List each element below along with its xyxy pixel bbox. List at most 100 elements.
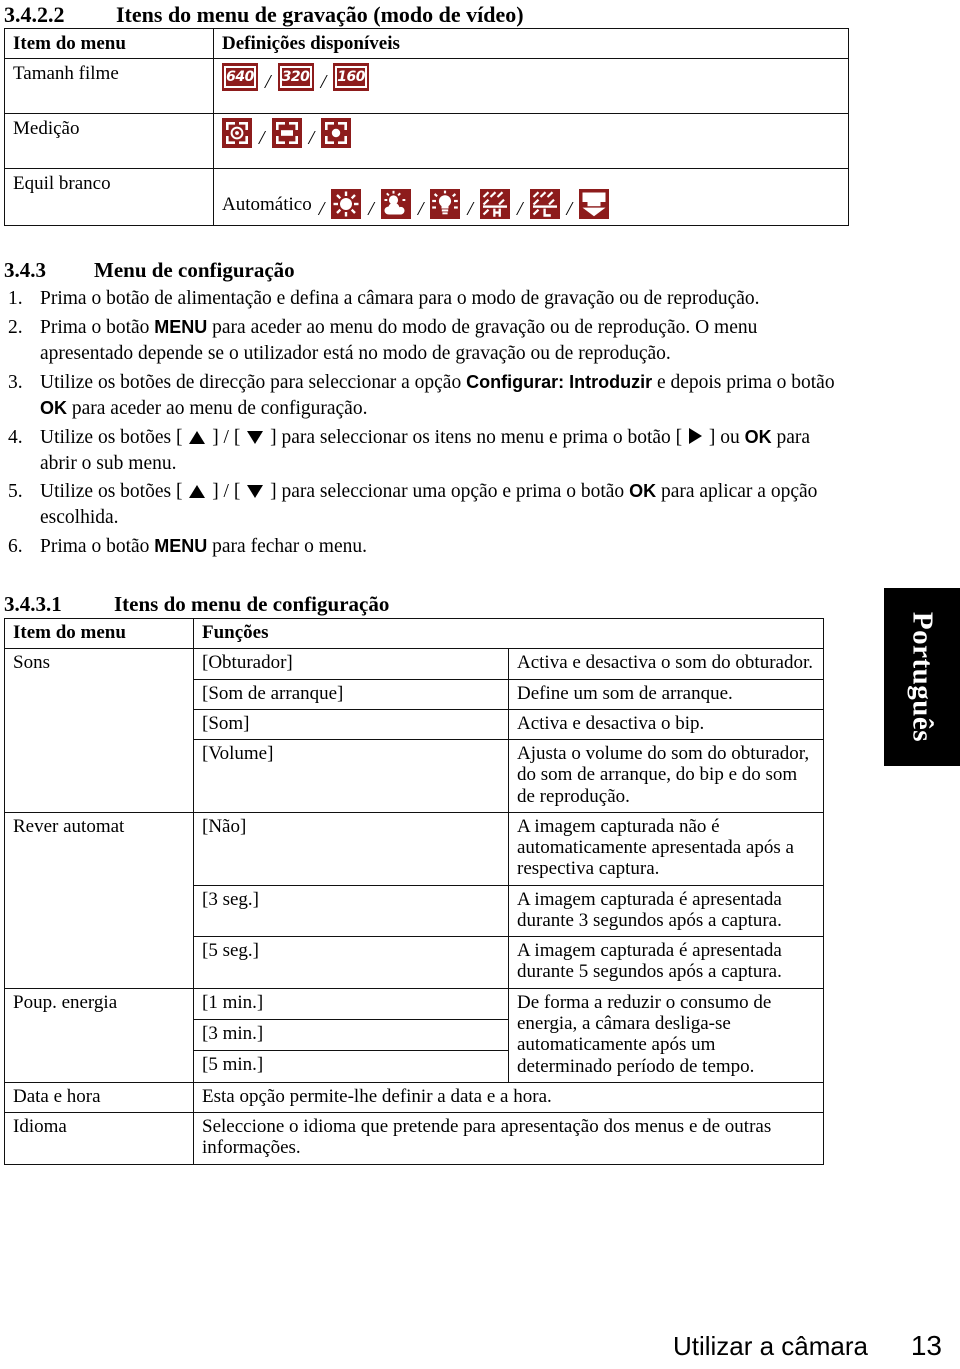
menu-item-label: Tamanh filme	[4, 58, 214, 115]
arrow-down-icon	[247, 430, 264, 444]
table-row: Medição / /	[4, 113, 849, 170]
recording-menu-table: Item do menu Definições disponíveis Tama…	[4, 27, 849, 227]
menu-item-label: Rever automat	[4, 811, 194, 989]
menu-option-label: [5 seg.]	[193, 936, 509, 989]
heading-3-4-3-1: 3.4.3.1 Itens do menu de configuração	[4, 592, 389, 617]
resolution-160-icon[interactable]: 160	[333, 63, 370, 92]
document-page: 3.4.2.2 Itens do menu de gravação (modo …	[0, 0, 960, 1369]
arrow-up-icon	[189, 485, 206, 499]
column-header-item: Item do menu	[4, 27, 214, 60]
metering-multi-icon[interactable]	[222, 118, 252, 149]
wb-tungsten-icon[interactable]	[430, 189, 461, 220]
menu-option-label: [Obturador]	[193, 648, 509, 680]
menu-item-label: Medição	[4, 113, 214, 170]
heading-title: Itens do menu de gravação (modo de vídeo…	[116, 2, 524, 27]
step-emphasis: MENU	[154, 316, 208, 337]
arrow-down-icon	[247, 485, 264, 499]
setup-steps-list: 1. Prima o botão de alimentação e defina …	[8, 286, 844, 563]
menu-option-description: A imagem capturada é apresentada durante…	[508, 936, 824, 989]
option-separator: /	[368, 198, 374, 221]
menu-item-label: Equil branco	[4, 168, 214, 227]
resolution-option-list: 640 / 320 / 160	[222, 63, 840, 94]
menu-option-description: Activa e desactiva o bip.	[508, 708, 824, 741]
page-footer: Utilizar a câmara 13	[0, 1326, 960, 1366]
setup-step: 1. Prima o botão de alimentação e defina …	[8, 286, 844, 312]
wb-fluorescent-l-icon[interactable]	[529, 189, 560, 220]
language-side-tab: Português	[884, 588, 960, 766]
heading-number: 3.4.3.1	[4, 592, 62, 616]
resolution-640-icon[interactable]: 640	[222, 63, 258, 92]
setup-step: 4. Utilize os botões [ ] / [ ] para selec…	[8, 426, 811, 474]
table-row: Data e hora Esta opção permite-lhe defin…	[4, 1081, 824, 1114]
menu-option-label: [1 min.]	[193, 987, 509, 1021]
language-side-tab-label: Português	[906, 611, 939, 743]
settings-cell-white-balance: Automático / / / / / /	[213, 168, 849, 227]
resolution-320-label: 320	[279, 66, 312, 89]
settings-cell-movie-size: 640 / 320 / 160	[213, 58, 849, 115]
step-emphasis: OK	[629, 481, 657, 502]
step-number: 5.	[8, 481, 23, 503]
footer-chapter-title: Utilizar a câmara	[672, 1330, 868, 1361]
menu-option-label: [3 seg.]	[193, 884, 509, 938]
heading-3-4-3: 3.4.3 Menu de configuração	[4, 258, 295, 283]
menu-option-label: [Volume]	[193, 739, 509, 813]
step-number: 2.	[8, 316, 23, 338]
heading-3-4-2-2: 3.4.2.2 Itens do menu de gravação (modo …	[4, 2, 524, 28]
setup-step: 5. Utilize os botões [ ] / [ ] para selec…	[8, 481, 818, 529]
step-emphasis: MENU	[154, 536, 208, 557]
settings-cell-metering: / /	[213, 113, 849, 170]
menu-item-label: Sons	[4, 648, 194, 813]
table-header-row: Item do menu Funções	[4, 617, 824, 650]
heading-number: 3.4.3	[4, 258, 46, 282]
resolution-160-label: 160	[335, 66, 368, 89]
menu-option-label: [5 min.]	[193, 1050, 509, 1083]
table-row: Idioma Seleccione o idioma que pretende …	[4, 1112, 824, 1165]
menu-item-label: Data e hora	[4, 1081, 194, 1114]
metering-spot-icon[interactable]	[321, 118, 352, 149]
table-row: Poup. energia [1 min.] De forma a reduzi…	[4, 987, 824, 1083]
resolution-320-icon[interactable]: 320	[277, 63, 314, 92]
arrow-right-icon	[689, 427, 703, 444]
menu-option-description: Esta opção permite-lhe definir a data e …	[193, 1081, 824, 1114]
resolution-640-label: 640	[224, 66, 256, 89]
wb-cloudy-icon[interactable]	[380, 189, 411, 220]
option-separator: /	[467, 198, 473, 221]
step-emphasis: OK	[744, 426, 772, 447]
option-separator: /	[566, 198, 573, 221]
step-number: 6.	[8, 536, 23, 558]
heading-title: Itens do menu de configuração	[114, 592, 390, 616]
wb-custom-icon[interactable]	[579, 189, 610, 220]
menu-item-label: Idioma	[4, 1112, 194, 1165]
wb-daylight-icon[interactable]	[331, 189, 362, 220]
option-separator: /	[259, 127, 265, 150]
white-balance-auto-label: Automático	[222, 193, 312, 215]
option-separator: /	[320, 71, 327, 94]
step-emphasis: Configurar: Introduzir	[466, 371, 653, 392]
table-header-row: Item do menu Definições disponíveis	[4, 27, 849, 60]
table-row: Tamanh filme 640 / 320 / 160	[4, 58, 849, 115]
menu-option-description: De forma a reduzir o consumo de energia,…	[508, 987, 824, 1083]
heading-title: Menu de configuração	[94, 258, 295, 282]
menu-option-label: [Som]	[193, 708, 509, 741]
arrow-up-icon	[189, 430, 206, 444]
menu-option-label: [Som de arranque]	[193, 678, 509, 710]
table-row: Rever automat [Não] A imagem capturada n…	[4, 811, 824, 989]
heading-number: 3.4.2.2	[4, 2, 65, 27]
setup-step: 3. Utilize os botões de direcção para sel…	[8, 371, 835, 419]
setup-step: 2. Prima o botão MENU para aceder ao menu…	[8, 316, 758, 364]
menu-item-label: Poup. energia	[4, 987, 194, 1083]
menu-option-label: [Não]	[193, 811, 509, 886]
menu-option-description: Activa e desactiva o som do obturador.	[508, 648, 824, 680]
setup-menu-table: Item do menu Funções Sons [Obturador] Ac…	[4, 617, 824, 1165]
column-header-settings: Definições disponíveis	[213, 27, 849, 60]
option-separator: /	[318, 198, 325, 221]
column-header-functions: Funções	[193, 617, 824, 650]
step-number: 1.	[8, 288, 23, 309]
menu-option-description: Define um som de arranque.	[508, 678, 824, 710]
table-row: Sons [Obturador] Activa e desactiva o so…	[4, 648, 824, 813]
option-separator: /	[308, 127, 315, 150]
table-row: Equil branco Automático / / / / / /	[4, 168, 849, 227]
metering-center-icon[interactable]	[271, 118, 302, 149]
wb-fluorescent-h-icon[interactable]	[479, 189, 510, 220]
menu-option-label: [3 min.]	[193, 1019, 509, 1052]
